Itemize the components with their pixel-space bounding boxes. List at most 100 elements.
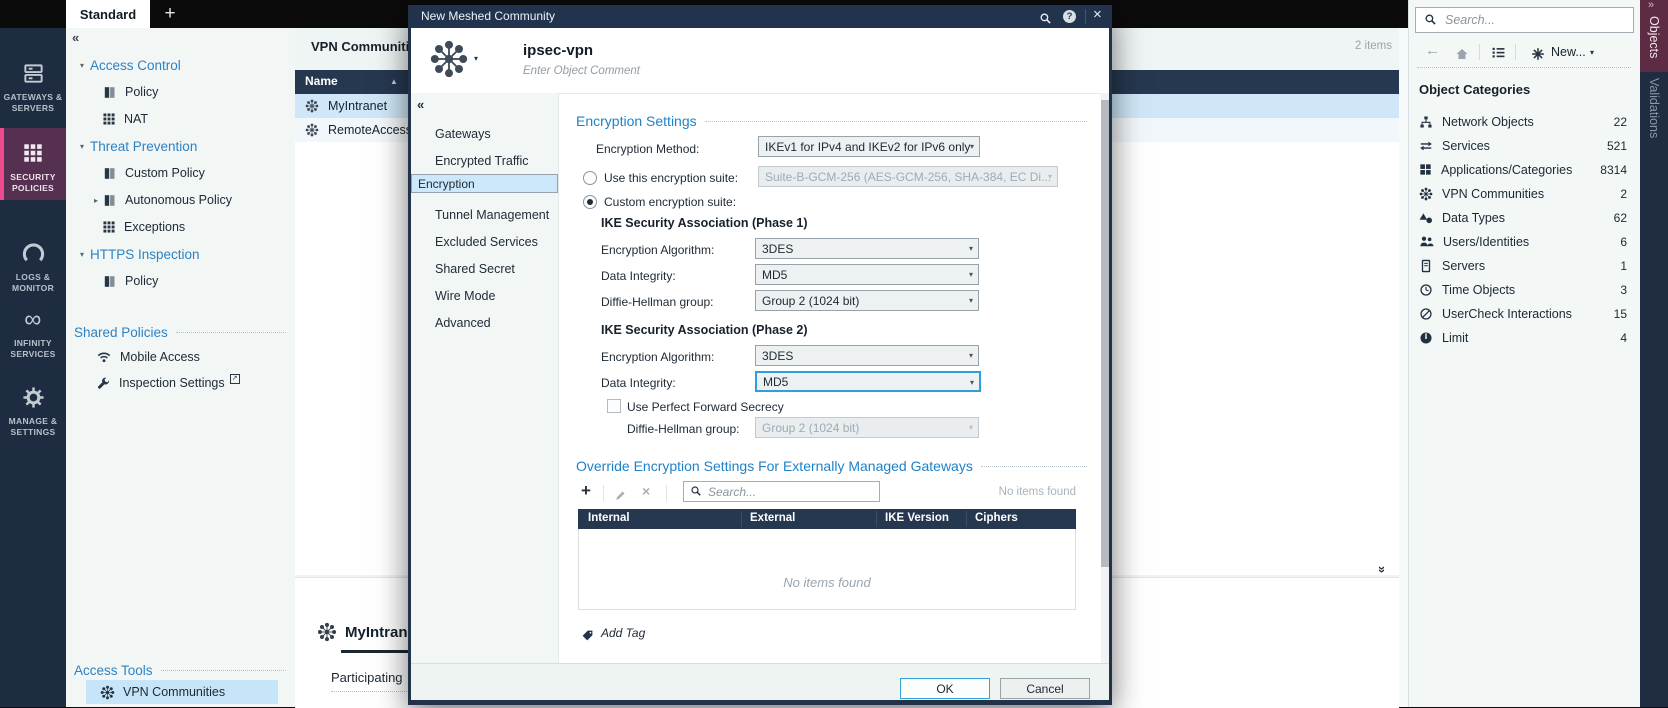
encryption-method-label: Encryption Method:: [596, 142, 699, 156]
nav-item-nat[interactable]: NAT: [102, 109, 148, 129]
panel-gap: [1399, 28, 1408, 707]
help-icon[interactable]: ?: [1063, 10, 1076, 23]
sidebar-item-manage-settings[interactable]: MANAGE & SETTINGS: [0, 386, 66, 439]
tab-validations[interactable]: Validations: [1640, 72, 1668, 707]
object-comment-field[interactable]: Enter Object Comment: [523, 65, 640, 77]
override-search-input[interactable]: Search...: [683, 481, 880, 502]
usercheck-icon: [1419, 305, 1433, 323]
chevrons-right-icon[interactable]: »: [1648, 0, 1654, 11]
new-tab-button[interactable]: +: [152, 0, 188, 28]
ok-button[interactable]: OK: [900, 678, 990, 699]
vpn-mesh-icon: [100, 684, 115, 699]
category-users-identities[interactable]: Users/Identities 6: [1419, 232, 1627, 252]
applications-icon: [1419, 161, 1432, 179]
category-servers[interactable]: Servers 1: [1419, 256, 1627, 276]
pfs-checkbox[interactable]: [607, 399, 621, 413]
tab-shared-secret[interactable]: Shared Secret: [411, 255, 558, 282]
list-view-icon[interactable]: [1491, 44, 1506, 62]
nav-section-https-inspection[interactable]: ▾ HTTPS Inspection: [80, 244, 200, 264]
new-object-star-icon[interactable]: [1531, 45, 1545, 63]
back-arrow-icon[interactable]: ←: [1425, 42, 1440, 59]
nav-section-threat-prevention[interactable]: ▾ Threat Prevention: [80, 136, 197, 156]
tab-advanced[interactable]: Advanced: [411, 309, 558, 336]
sidebar-item-logs-monitor[interactable]: LOGS & MONITOR: [0, 242, 66, 295]
phase1-heading: IKE Security Association (Phase 1): [601, 216, 808, 230]
tab-encrypted-traffic[interactable]: Encrypted Traffic: [411, 147, 558, 174]
collapse-tabs-icon[interactable]: «: [417, 97, 424, 112]
phase2-heading: IKE Security Association (Phase 2): [601, 323, 808, 337]
tab-objects[interactable]: » Objects: [1640, 0, 1668, 72]
category-limit[interactable]: Limit 4: [1419, 328, 1627, 348]
tab-gateways[interactable]: Gateways: [411, 120, 558, 147]
phase2-data-integrity-select[interactable]: MD5 ▾: [755, 371, 981, 392]
server-icon: [1419, 257, 1433, 275]
sidebar-item-security-policies[interactable]: SECURITY POLICIES: [0, 128, 66, 200]
category-time-objects[interactable]: Time Objects 3: [1419, 280, 1627, 300]
encryption-method-select[interactable]: IKEv1 for IPv4 and IKEv2 for IPv6 only ▾: [758, 136, 980, 157]
sidebar-item-infinity-services[interactable]: ∞ INFINITY SERVICES: [0, 308, 66, 361]
dialog-titlebar[interactable]: New Meshed Community ? ×: [411, 5, 1109, 28]
tab-wire-mode[interactable]: Wire Mode: [411, 282, 558, 309]
phase1-encryption-algorithm-select[interactable]: 3DES ▾: [755, 238, 979, 259]
nav-item-vpn-communities[interactable]: VPN Communities: [100, 682, 225, 702]
search-icon[interactable]: [1039, 10, 1052, 28]
phase1-data-integrity-select[interactable]: MD5 ▾: [755, 264, 979, 285]
custom-encryption-suite-label[interactable]: Custom encryption suite:: [604, 195, 736, 209]
use-encryption-suite-radio[interactable]: [583, 171, 597, 185]
policy-tab-standard[interactable]: Standard: [66, 0, 150, 28]
nav-item-policy[interactable]: Policy: [102, 82, 158, 102]
nav-item-https-policy[interactable]: Policy: [102, 271, 158, 291]
object-name-field[interactable]: ipsec-vpn: [523, 42, 593, 59]
add-gateway-button[interactable]: +: [581, 481, 591, 501]
home-icon[interactable]: [1455, 45, 1469, 63]
tab-tunnel-management[interactable]: Tunnel Management: [411, 201, 558, 228]
use-encryption-suite-label[interactable]: Use this encryption suite:: [604, 171, 738, 185]
category-services[interactable]: Services 521: [1419, 136, 1627, 156]
expander-icon[interactable]: ▸: [94, 196, 98, 205]
column-ciphers[interactable]: Ciphers: [975, 512, 1018, 524]
object-mesh-icon[interactable]: [429, 39, 469, 79]
column-internal[interactable]: Internal: [588, 512, 630, 524]
category-network-objects[interactable]: Network Objects 22: [1419, 112, 1627, 132]
nav-item-autonomous-policy[interactable]: ▸ Autonomous Policy: [94, 190, 232, 210]
objects-search-input[interactable]: Search...: [1415, 7, 1634, 33]
nav-item-custom-policy[interactable]: Custom Policy: [102, 163, 205, 183]
chevron-down-icon[interactable]: ▾: [1590, 48, 1594, 57]
phase1-dh-group-select[interactable]: Group 2 (1024 bit) ▾: [755, 290, 979, 311]
column-name[interactable]: Name: [305, 74, 338, 88]
delete-icon[interactable]: ×: [642, 483, 650, 499]
close-icon[interactable]: ×: [1093, 6, 1102, 23]
collapse-panel-icon[interactable]: «: [1373, 566, 1388, 573]
nav-item-inspection-settings[interactable]: Inspection Settings ↗: [96, 373, 240, 393]
tab-encryption[interactable]: Encryption: [411, 174, 558, 193]
sidebar-item-gateways-servers[interactable]: GATEWAYS & SERVERS: [0, 62, 66, 115]
category-usercheck[interactable]: UserCheck Interactions 15: [1419, 304, 1627, 324]
category-vpn-communities[interactable]: VPN Communities 2: [1419, 184, 1627, 204]
chevron-down-icon: ▾: [970, 378, 974, 387]
column-ike-version[interactable]: IKE Version: [885, 512, 949, 524]
edit-pencil-icon[interactable]: [614, 487, 627, 505]
column-external[interactable]: External: [750, 512, 795, 524]
phase2-dh-group-label: Diffie-Hellman group:: [627, 422, 740, 436]
servers-icon: [0, 62, 66, 90]
tag-icon: [581, 627, 594, 645]
nav-item-mobile-access[interactable]: Mobile Access: [96, 347, 200, 367]
pfs-label[interactable]: Use Perfect Forward Secrecy: [627, 400, 784, 414]
icon-picker-caret-icon[interactable]: ▾: [474, 54, 478, 63]
collapse-nav-icon[interactable]: «: [72, 30, 79, 45]
new-object-button[interactable]: New...: [1551, 45, 1586, 59]
tab-excluded-services[interactable]: Excluded Services: [411, 228, 558, 255]
nav-item-exceptions[interactable]: Exceptions: [102, 217, 185, 237]
network-objects-icon: [1419, 113, 1433, 131]
add-tag-button[interactable]: Add Tag: [601, 626, 645, 640]
phase2-encryption-algorithm-select[interactable]: 3DES ▾: [755, 345, 979, 366]
nav-section-access-control[interactable]: ▾ Access Control: [80, 55, 181, 75]
category-applications[interactable]: Applications/Categories 8314: [1419, 160, 1627, 180]
dotted-leader: [705, 121, 1087, 122]
cancel-button[interactable]: Cancel: [1000, 678, 1090, 699]
custom-encryption-suite-radio[interactable]: [583, 195, 597, 209]
category-data-types[interactable]: Data Types 62: [1419, 208, 1627, 228]
dotted-divider: [1417, 67, 1631, 68]
policy-tab-label: Standard: [80, 7, 136, 22]
dialog-scrollbar-thumb[interactable]: [1101, 100, 1109, 567]
